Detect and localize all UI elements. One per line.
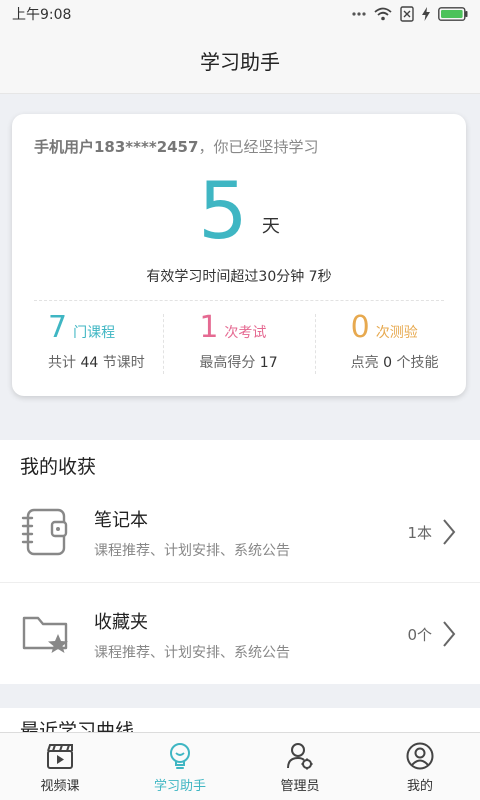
status-time: 上午9:08 (12, 7, 72, 23)
tab-mine-label: 我的 (406, 779, 433, 794)
stat-quizzes-sub-suffix: 个技能 (392, 355, 439, 371)
stat-courses-sub: 共计 44 节课时 (48, 352, 163, 372)
stat-quizzes-label: 次测验 (375, 325, 418, 341)
stat-exams-label: 次考试 (224, 325, 267, 341)
chevron-right-icon (443, 621, 456, 647)
tab-video-courses-label: 视频课 (40, 779, 80, 794)
favorites-desc: 课程推荐、计划安排、系统公告 (94, 645, 290, 661)
wifi-icon (374, 7, 392, 21)
stat-courses[interactable]: 7 门课程 共计 44 节课时 (12, 310, 163, 382)
notebook-title: 笔记本 (94, 510, 148, 531)
signal-dots-icon (352, 12, 366, 16)
harvest-divider (0, 582, 480, 583)
stat-quizzes-sub-value: 0 (383, 355, 393, 371)
user-name: 手机用户183****2457 (34, 138, 199, 156)
video-clapper-icon (47, 744, 73, 769)
days-counter: 5 天 (12, 170, 466, 254)
stat-exams-sub-prefix: 最高得分 (199, 355, 260, 371)
stat-courses-sub-value: 44 (80, 355, 99, 371)
favorites-count: 0个 (407, 626, 432, 644)
tab-video-courses[interactable]: 视频课 (0, 733, 120, 800)
stat-quizzes-sub: 点亮 0 个技能 (351, 352, 466, 372)
stat-exams-sub: 最高得分 17 (199, 352, 314, 372)
bottom-tab-bar: 视频课 学习助手 管理员 我的 (0, 732, 480, 800)
tab-study-assistant-label: 学习助手 (153, 779, 206, 794)
greeting: 手机用户183****2457，你已经坚持学习 (34, 136, 446, 157)
greeting-suffix: ，你已经坚持学习 (198, 138, 319, 156)
notebook-desc: 课程推荐、计划安排、系统公告 (94, 543, 290, 559)
stat-courses-sub-prefix: 共计 (48, 355, 81, 371)
profile-icon (406, 742, 434, 770)
notebook-count: 1本 (407, 524, 432, 542)
admin-user-gear-icon (287, 743, 313, 770)
stat-quizzes-number: 0 (350, 310, 370, 345)
days-number: 5 (198, 167, 248, 257)
stat-exams-number: 1 (199, 310, 219, 345)
notebook-item[interactable]: 笔记本 课程推荐、计划安排、系统公告 1本 (0, 482, 480, 582)
stat-exams-sub-value: 17 (259, 355, 278, 371)
harvest-title: 我的收获 (20, 456, 97, 478)
tab-mine[interactable]: 我的 (360, 733, 480, 800)
status-bar: 上午9:08 (0, 0, 480, 28)
chevron-right-icon (443, 519, 456, 545)
app-header: 学习助手 (0, 28, 480, 94)
stat-quizzes-sub-prefix: 点亮 (350, 355, 384, 371)
days-unit: 天 (261, 216, 280, 237)
stat-quizzes[interactable]: 0 次测验 点亮 0 个技能 (314, 310, 466, 382)
lightbulb-icon (170, 743, 190, 769)
tab-admin[interactable]: 管理员 (240, 733, 360, 800)
charging-icon (422, 7, 430, 21)
tab-admin-label: 管理员 (280, 779, 320, 794)
favorites-title: 收藏夹 (94, 612, 148, 633)
stat-courses-number: 7 (48, 310, 68, 345)
stats-row: 7 门课程 共计 44 节课时 1 次考试 最高得分 17 0 次测验 点亮 0 个技… (12, 310, 466, 382)
stat-exams[interactable]: 1 次考试 最高得分 17 (163, 310, 314, 382)
favorites-item[interactable]: 收藏夹 课程推荐、计划安排、系统公告 0个 (0, 584, 480, 684)
stat-courses-sub-suffix: 节课时 (98, 355, 145, 371)
battery-icon (438, 7, 468, 21)
status-icons (352, 6, 468, 22)
no-sim-icon (400, 6, 414, 22)
tab-study-assistant[interactable]: 学习助手 (120, 733, 240, 800)
effective-study-time: 有效学习时间超过30分钟 7秒 (146, 269, 332, 285)
stat-courses-label: 门课程 (73, 325, 116, 341)
notebook-icon (21, 508, 68, 556)
card-divider (34, 300, 444, 301)
summary-card: 手机用户183****2457，你已经坚持学习 5 天 有效学习时间超过30分钟… (12, 114, 466, 396)
favorites-folder-icon (22, 616, 68, 653)
page-title: 学习助手 (200, 50, 280, 74)
